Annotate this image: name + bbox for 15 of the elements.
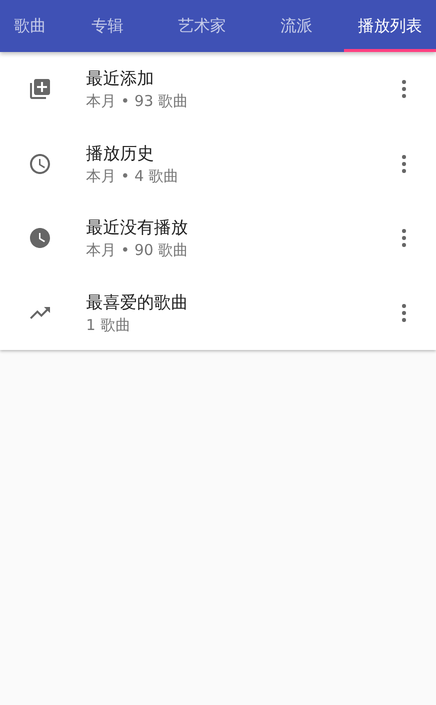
playlist-subtitle: 本月 • 4 歌曲	[86, 166, 180, 186]
clock-icon	[28, 152, 52, 176]
tab[interactable]: 歌曲	[0, 0, 60, 52]
playlist-subtitle: 本月 • 90 歌曲	[86, 241, 190, 260]
tab[interactable]: 艺术家	[154, 0, 250, 52]
playlist-title: 最近添加	[86, 68, 155, 90]
playlist-subtitle: 1 歌曲	[86, 316, 132, 335]
playlist-title: 播放历史	[86, 142, 155, 165]
clock-icon	[28, 226, 52, 250]
playlist-title: 最喜爱的歌曲	[86, 292, 189, 314]
tab[interactable]: 流派	[249, 0, 344, 52]
add-to-queue-icon	[28, 77, 52, 102]
tab[interactable]: 专辑	[60, 0, 155, 52]
playlist-subtitle: 本月 • 93 歌曲	[86, 92, 190, 112]
playlist-title: 最近没有播放	[86, 217, 189, 240]
